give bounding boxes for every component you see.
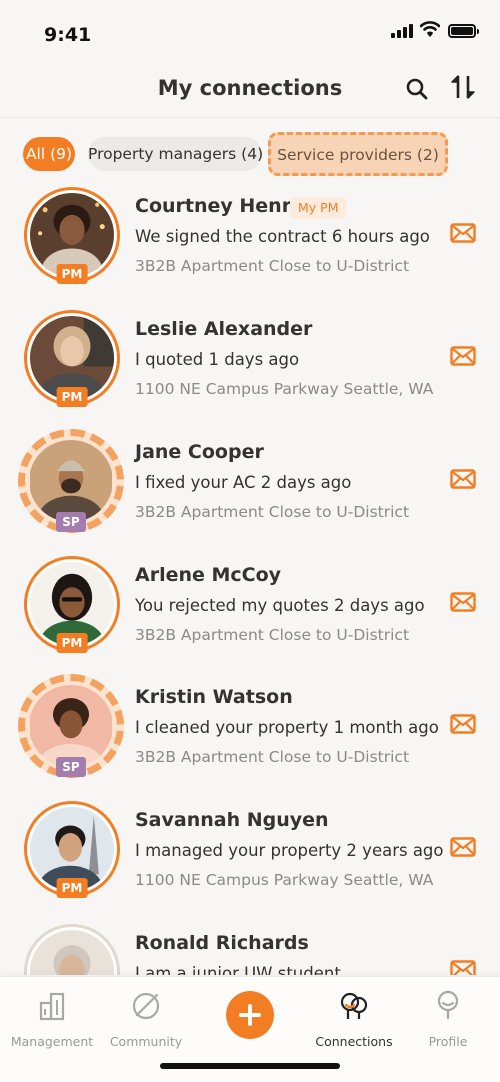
connection-address: 3B2B Apartment Close to U-District: [135, 748, 410, 766]
avatar: PM: [24, 801, 120, 898]
filter-all-chip[interactable]: All (9): [23, 137, 75, 171]
connection-row[interactable]: Ronald Richards I am a junior UW student: [0, 922, 500, 975]
role-badge-sp: SP: [56, 512, 86, 532]
filter-property-managers-chip[interactable]: Property managers (4): [88, 137, 263, 171]
mail-icon[interactable]: [450, 469, 476, 489]
connection-row[interactable]: PM Courtney Henry My PM We signed the co…: [0, 185, 500, 307]
connection-row[interactable]: SP Jane Cooper I fixed your AC 2 days ag…: [0, 429, 500, 553]
nav-community[interactable]: Community: [96, 989, 196, 1049]
nav-management-label: Management: [10, 1034, 94, 1049]
nav-community-label: Community: [109, 1034, 183, 1049]
role-badge-pm: PM: [56, 633, 88, 653]
sort-icon[interactable]: [448, 72, 478, 102]
add-button[interactable]: [226, 991, 274, 1039]
avatar: SP: [18, 429, 124, 533]
my-pm-badge: My PM: [290, 197, 347, 219]
profile-icon: [437, 990, 459, 1019]
nav-profile-label: Profile: [428, 1034, 468, 1049]
status-bar: 9:41: [0, 0, 500, 60]
connection-address: 3B2B Apartment Close to U-District: [135, 626, 410, 644]
connection-message: I quoted 1 days ago: [135, 350, 300, 369]
compass-icon: [132, 992, 160, 1020]
header: My connections: [0, 60, 500, 118]
role-badge-pm: PM: [56, 878, 88, 898]
connection-name: Kristin Watson: [135, 686, 293, 708]
avatar-photo: [30, 685, 112, 767]
home-indicator: [160, 1063, 340, 1069]
nav-profile[interactable]: Profile: [398, 989, 498, 1049]
connection-name: Ronald Richards: [135, 932, 309, 954]
connection-message: You rejected my quotes 2 days ago: [135, 596, 425, 615]
mail-icon[interactable]: [450, 592, 476, 612]
connection-name: Leslie Alexander: [135, 318, 313, 340]
connection-row[interactable]: PM Arlene McCoy You rejected my quotes 2…: [0, 554, 500, 676]
avatar: SP: [18, 674, 124, 778]
mail-icon[interactable]: [450, 960, 476, 975]
connection-address: 1100 NE Campus Parkway Seattle, WA: [135, 380, 434, 398]
connection-message: I managed your property 2 years ago: [135, 841, 444, 860]
avatar: PM: [24, 556, 120, 653]
connection-name: Arlene McCoy: [135, 564, 282, 586]
role-badge-sp: SP: [56, 757, 86, 777]
building-icon: [39, 992, 65, 1021]
connection-name: Jane Cooper: [135, 441, 264, 463]
filter-bar: All (9) Property managers (4) Service pr…: [0, 131, 500, 177]
connection-name: Savannah Nguyen: [135, 809, 329, 831]
role-badge-pm: PM: [56, 264, 88, 284]
avatar: PM: [24, 310, 120, 407]
nav-connections[interactable]: Connections: [304, 989, 404, 1049]
mail-icon[interactable]: [450, 714, 476, 734]
connection-name: Courtney Henry: [135, 195, 304, 217]
avatar: [24, 924, 120, 975]
battery-icon: [448, 24, 479, 38]
connection-message: We signed the contract 6 hours ago: [135, 227, 430, 246]
connection-message: I fixed your AC 2 days ago: [135, 473, 352, 492]
role-badge-pm: PM: [56, 387, 88, 407]
cellular-signal-icon: [391, 24, 415, 38]
people-icon: [340, 992, 368, 1019]
connection-address: 3B2B Apartment Close to U-District: [135, 257, 410, 275]
connection-message: I am a junior UW student: [135, 964, 341, 975]
connection-address: 1100 NE Campus Parkway Seattle, WA: [135, 871, 434, 889]
mail-icon[interactable]: [450, 346, 476, 366]
avatar-photo: [30, 930, 114, 975]
connection-message: I cleaned your property 1 month ago: [135, 718, 439, 737]
status-time: 9:41: [44, 24, 92, 46]
connection-row[interactable]: PM Leslie Alexander I quoted 1 days ago …: [0, 308, 500, 430]
avatar: PM: [24, 187, 120, 284]
nav-connections-label: Connections: [315, 1034, 393, 1049]
connections-list: PM Courtney Henry My PM We signed the co…: [0, 185, 500, 975]
connection-row[interactable]: PM Savannah Nguyen I managed your proper…: [0, 799, 500, 921]
avatar-photo: [30, 440, 112, 522]
nav-management[interactable]: Management: [2, 989, 102, 1049]
wifi-icon: [420, 21, 440, 37]
connection-address: 3B2B Apartment Close to U-District: [135, 503, 410, 521]
connection-row[interactable]: SP Kristin Watson I cleaned your propert…: [0, 674, 500, 798]
search-icon[interactable]: [402, 74, 432, 104]
mail-icon[interactable]: [450, 837, 476, 857]
filter-service-providers-chip[interactable]: Service providers (2): [268, 132, 448, 176]
mail-icon[interactable]: [450, 223, 476, 243]
